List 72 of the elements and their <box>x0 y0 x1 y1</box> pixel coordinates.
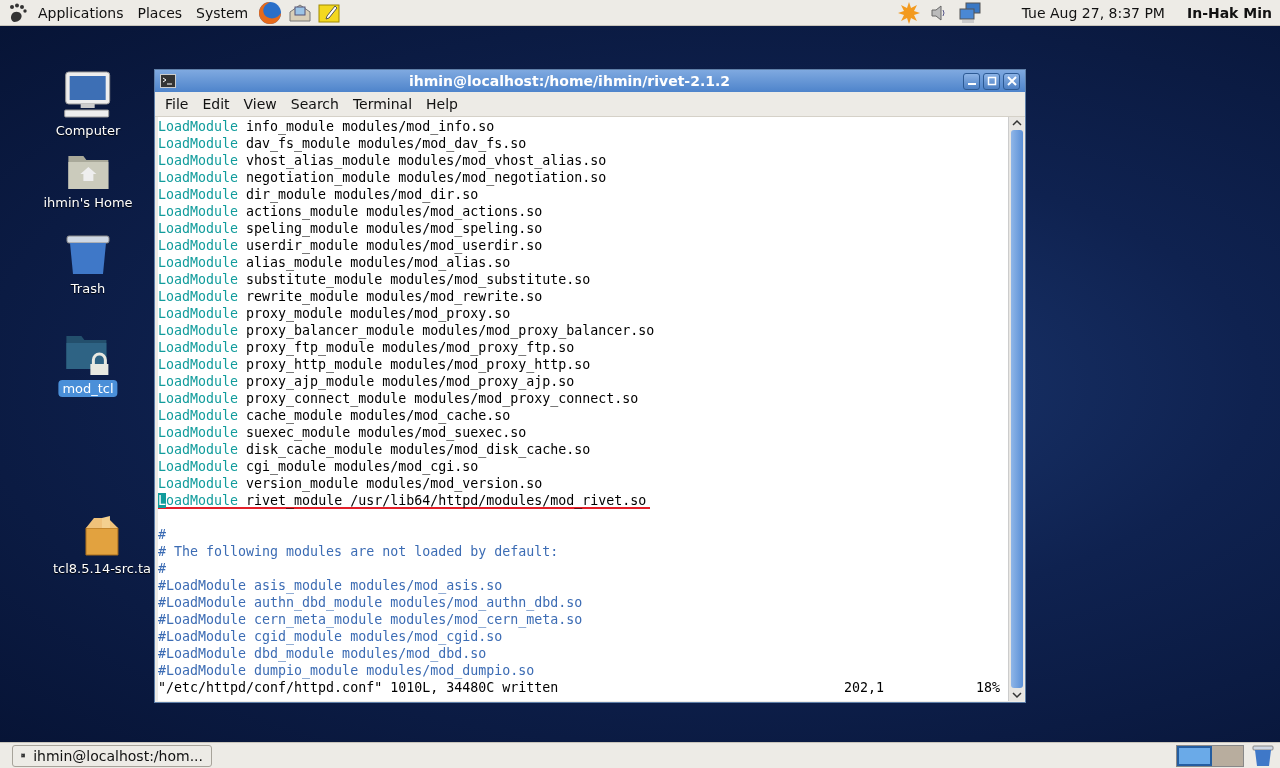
code-line: LoadModule cache_module modules/mod_cache.so <box>158 407 511 424</box>
code-line: LoadModule proxy_module modules/mod_proxy.so <box>158 305 511 322</box>
user-name[interactable]: In-Hak Min <box>1186 4 1272 21</box>
code-line: LoadModule info_module modules/mod_info.so <box>158 118 495 135</box>
desktop-icon-label[interactable]: Computer <box>51 122 125 139</box>
close-icon <box>1006 76 1017 86</box>
code-line: LoadModule dav_fs_module modules/mod_dav_fs.so <box>158 135 527 152</box>
panel-menu[interactable]: System <box>192 4 253 21</box>
globe-browser-icon[interactable] <box>258 0 283 25</box>
taskbar-button[interactable]: ihmin@localhost:/hom... <box>12 744 212 767</box>
panel-menu[interactable]: Applications <box>34 4 128 21</box>
comment-line: #LoadModule authn_dbd_module modules/mod_authn_dbd.so <box>158 594 583 611</box>
home-folder-icon[interactable] <box>67 154 109 190</box>
workspace-switcher[interactable] <box>1176 744 1244 767</box>
menu-item[interactable]: Terminal <box>346 94 419 114</box>
clock[interactable]: Tue Aug 27, 8:37 PM <box>1021 4 1165 21</box>
comment-line: #LoadModule dumpio_module modules/mod_dumpio.so <box>158 662 535 679</box>
code-line: LoadModule actions_module modules/mod_actions.so <box>158 203 543 220</box>
comment-line: #LoadModule cgid_module modules/mod_cgid.so <box>158 628 503 645</box>
code-line: LoadModule substitute_module modules/mod_substitute.so <box>158 271 591 288</box>
foot-logo-icon[interactable] <box>8 2 28 23</box>
desktop-icon-label[interactable]: tcl8.5.14-src.ta <box>48 560 156 577</box>
code-line: LoadModule suexec_module modules/mod_suexec.so <box>158 424 527 441</box>
comment-line: #LoadModule dbd_module modules/mod_dbd.so <box>158 645 487 662</box>
status-message: "/etc/httpd/conf/httpd.conf" 1010L, 34480C written <box>158 679 559 696</box>
menu-item[interactable]: File <box>159 94 195 114</box>
menu-item[interactable]: View <box>237 94 283 114</box>
code-line: LoadModule disk_cache_module modules/mod_disk_cache.so <box>158 441 591 458</box>
code-line: LoadModule userdir_module modules/mod_userdir.so <box>158 237 543 254</box>
comment-line: # <box>158 560 166 577</box>
scroll-percent: 18% <box>974 679 1001 696</box>
desktop-icon-label[interactable]: Trash <box>66 280 110 297</box>
code-line: LoadModule proxy_http_module modules/mod_proxy_http.so <box>158 356 591 373</box>
code-line: LoadModule dir_module modules/mod_dir.so <box>158 186 479 203</box>
code-line: LoadModule speling_module modules/mod_speling.so <box>158 220 543 237</box>
maximize-button[interactable] <box>983 72 1000 90</box>
minimize-icon <box>967 83 976 85</box>
comment-line: # The following modules are not loaded by default: <box>158 543 559 560</box>
speaker-icon[interactable] <box>929 3 948 22</box>
text-cursor: L <box>158 493 166 508</box>
cursor-position: 202,1 <box>844 679 886 696</box>
code-line: LoadModule vhost_alias_module modules/mod_vhost_alias.so <box>158 152 607 169</box>
computer-icon[interactable] <box>63 70 113 118</box>
panel-menu[interactable]: Places <box>133 4 187 21</box>
comment-line: #LoadModule cern_meta_module modules/mod_cern_meta.so <box>158 611 583 628</box>
code-line: LoadModule cgi_module modules/mod_cgi.so <box>158 458 479 475</box>
scrollbar[interactable] <box>1008 117 1024 701</box>
close-button[interactable] <box>1003 72 1020 90</box>
code-line: LoadModule version_module modules/mod_version.so <box>158 475 543 492</box>
comment-line: # <box>158 526 166 543</box>
window-title: ihmin@localhost:/home/ihmin/rivet-2.1.2 <box>407 73 732 89</box>
network-computers-icon[interactable] <box>957 1 982 24</box>
desktop-icon-label[interactable]: ihmin's Home <box>39 194 137 211</box>
minimize-button[interactable] <box>963 72 980 90</box>
code-line: LoadModule proxy_connect_module modules/mod_proxy_connect.so <box>158 390 639 407</box>
package-icon[interactable] <box>84 516 120 556</box>
trash-icon[interactable] <box>66 234 110 276</box>
code-line: LoadModule alias_module modules/mod_alias.so <box>158 254 511 271</box>
menu-item[interactable]: Help <box>420 94 464 114</box>
code-line: LoadModule rewrite_module modules/mod_rewrite.so <box>158 288 543 305</box>
code-line: LoadModule rivet_module /usr/lib64/httpd/modules/mod_rivet.so <box>158 492 651 509</box>
locked-folder-icon[interactable] <box>65 334 111 376</box>
code-line: LoadModule proxy_balancer_module modules/mod_proxy_balancer.so <box>158 322 655 339</box>
menu-item[interactable]: Edit <box>196 94 236 114</box>
comment-line: #LoadModule asis_module modules/mod_asis.so <box>158 577 503 594</box>
code-line: LoadModule proxy_ftp_module modules/mod_proxy_ftp.so <box>158 339 575 356</box>
maximize-icon <box>986 76 997 86</box>
scroll-down-icon[interactable] <box>1009 689 1024 701</box>
notepad-icon[interactable] <box>318 1 341 24</box>
code-line: LoadModule negotiation_module modules/mod_negotiation.so <box>158 169 607 186</box>
menu-item[interactable]: Search <box>284 94 345 114</box>
code-line: LoadModule proxy_ajp_module modules/mod_proxy_ajp.so <box>158 373 575 390</box>
